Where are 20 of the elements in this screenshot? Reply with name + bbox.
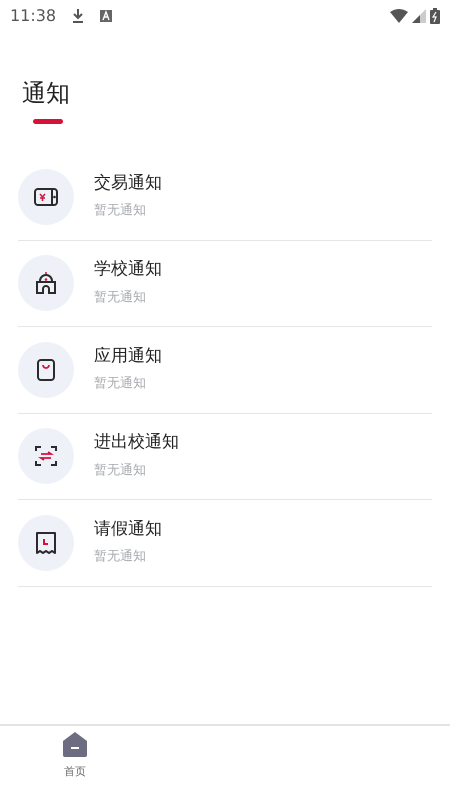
notification-subtitle: 暂无通知	[94, 462, 147, 480]
home-icon	[61, 730, 89, 758]
notification-title[interactable]: 应用通知	[94, 346, 162, 366]
title-underline	[33, 119, 63, 124]
status-time: 11:38	[10, 5, 56, 27]
download-icon	[72, 8, 84, 24]
notification-title[interactable]: 进出校通知	[94, 432, 179, 453]
notification-title[interactable]: 请假通知	[94, 518, 162, 540]
home-tab[interactable]: 首页	[0, 726, 150, 800]
notification-subtitle: 暂无通知	[94, 202, 147, 220]
page-title: 通知	[22, 78, 71, 109]
notification-subtitle: 暂无通知	[94, 375, 147, 394]
battery-icon	[430, 8, 440, 24]
signal-icon	[412, 9, 426, 23]
notification-title[interactable]: 学校通知	[94, 259, 162, 280]
notification-title[interactable]: 交易通知	[94, 172, 162, 194]
notification-subtitle: 暂无通知	[94, 288, 147, 307]
notification-icon	[100, 10, 112, 22]
notification-subtitle: 暂无通知	[94, 548, 147, 566]
wifi-icon	[390, 9, 408, 23]
